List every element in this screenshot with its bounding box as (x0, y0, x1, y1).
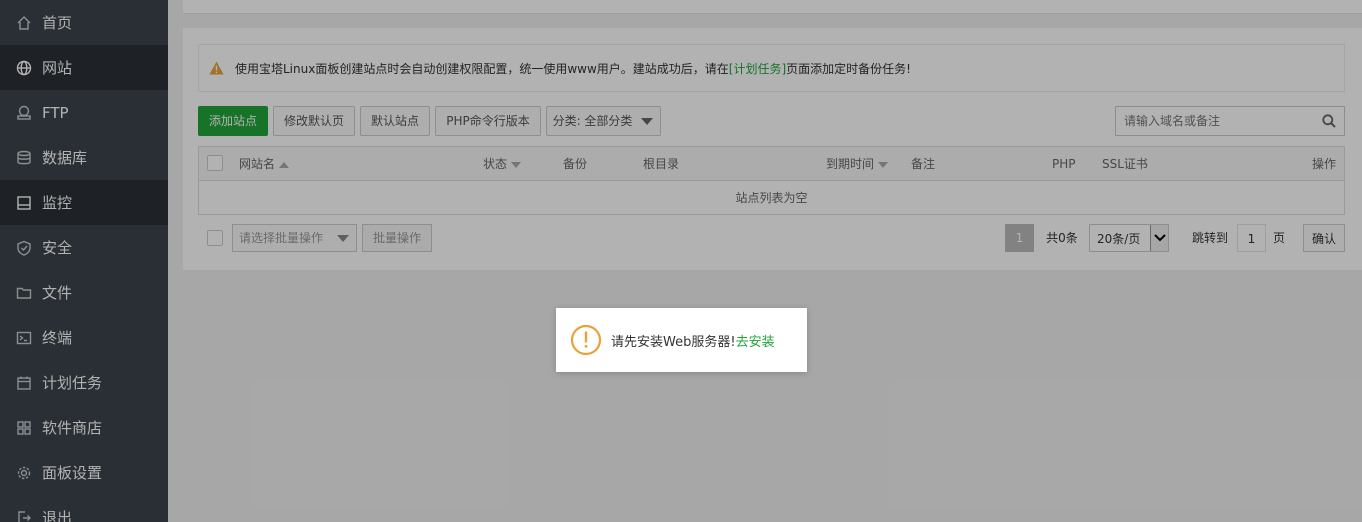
dialog-message: 请先安装Web服务器! (611, 334, 736, 350)
modal-overlay[interactable] (0, 0, 1362, 522)
exclamation-icon (570, 324, 602, 356)
install-webserver-dialog: 请先安装Web服务器! 去安装 (556, 308, 807, 372)
install-link[interactable]: 去安装 (736, 331, 775, 350)
